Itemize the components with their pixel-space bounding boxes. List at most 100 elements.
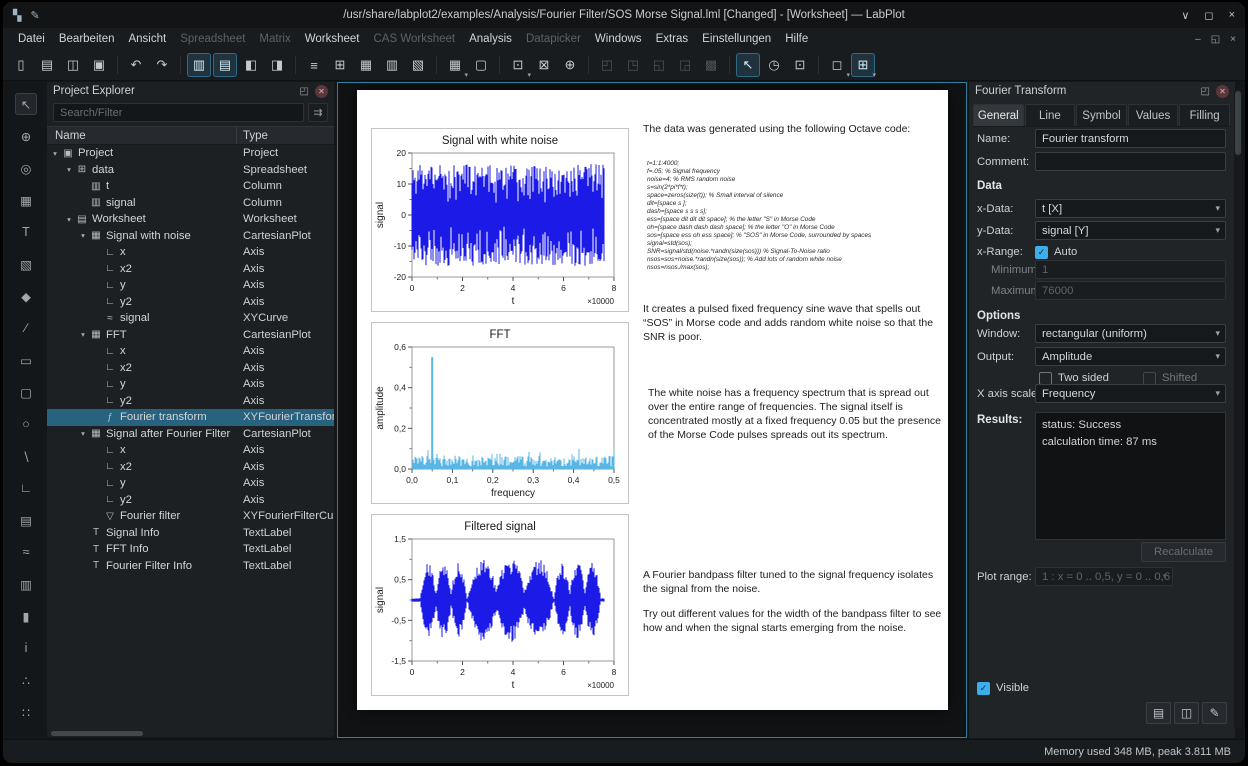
maximize-button[interactable]: ◻ (1204, 9, 1213, 22)
tree-row-signal[interactable]: ▥signalColumn (47, 195, 334, 212)
float-panel-icon[interactable]: ◰ (300, 86, 309, 97)
save-config-button[interactable]: ◫ (1174, 702, 1199, 724)
new-plot-button[interactable]: ▦▾ (443, 53, 467, 77)
menu-bearbeiten[interactable]: Bearbeiten (52, 31, 122, 47)
xdata-select[interactable]: t [X]▾ (1035, 199, 1226, 218)
pan-tool-icon[interactable]: ⊕ (15, 125, 37, 147)
text-label-icon[interactable]: T (15, 221, 37, 243)
output-select[interactable]: Amplitude▾ (1035, 347, 1226, 366)
zoom-preset-button[interactable]: ⊞▾ (851, 53, 875, 77)
print-button[interactable]: ▣ (87, 53, 111, 77)
tree-row-y2[interactable]: ∟y2Axis (47, 492, 334, 509)
menu-datei[interactable]: Datei (11, 31, 52, 47)
manage-config-button[interactable]: ✎ (1202, 702, 1227, 724)
curve-tool-icon[interactable]: ≈ (15, 541, 37, 563)
plot-signal-with-noise[interactable]: Signal with white noise02468t×10000-20-1… (371, 128, 629, 312)
expander-icon[interactable]: ▾ (63, 215, 75, 224)
dock-scrollbar[interactable] (1234, 89, 1242, 729)
split-left-button[interactable]: ◧ (239, 53, 263, 77)
visible-checkbox[interactable]: ✓ (977, 682, 990, 695)
magnification-button[interactable]: ◻▾ (825, 53, 849, 77)
align-horizontal-icon[interactable]: ∴ (15, 669, 37, 691)
select-mode-button[interactable]: ↖ (736, 53, 760, 77)
tab-values[interactable]: Values (1128, 104, 1179, 126)
mdi-restore-icon[interactable]: ◱ (1211, 34, 1220, 45)
toggle-datapicker-button[interactable]: ▧ (406, 53, 430, 77)
tree-row-y[interactable]: ∟yAxis (47, 376, 334, 393)
load-config-button[interactable]: ▤ (1146, 702, 1171, 724)
save-file-button[interactable]: ◫ (61, 53, 85, 77)
tree-row-worksheet[interactable]: ▾▤WorksheetWorksheet (47, 211, 334, 228)
new-file-button[interactable]: ▯ (9, 53, 33, 77)
tree-row-x[interactable]: ∟xAxis (47, 343, 334, 360)
split-top-button[interactable]: ◨ (265, 53, 289, 77)
tree-row-y[interactable]: ∟yAxis (47, 475, 334, 492)
zoom-mode-button[interactable]: ⊡▾ (506, 53, 530, 77)
expander-icon[interactable]: ▾ (63, 165, 75, 174)
zoom-tool-icon[interactable]: ◎ (15, 157, 37, 179)
text-intro[interactable]: The data was generated using the followi… (643, 122, 943, 136)
tab-symbol[interactable]: Symbol (1076, 104, 1127, 126)
bar-tool-icon[interactable]: ▮ (15, 605, 37, 627)
undo-button[interactable]: ↶ (124, 53, 148, 77)
axis-tool-icon[interactable]: ∟ (15, 477, 37, 499)
tree-row-fourier-filter[interactable]: ▽Fourier filterXYFourierFilterCurve (47, 508, 334, 525)
tree-row-x2[interactable]: ∟x2Axis (47, 360, 334, 377)
ellipse-icon[interactable]: ○ (15, 413, 37, 435)
column-header-name[interactable]: Name (47, 127, 237, 144)
new-text-button[interactable]: ▢ (469, 53, 493, 77)
toggle-list-button[interactable]: ≡ (302, 53, 326, 77)
info-element-icon[interactable]: i (15, 637, 37, 659)
align-vertical-icon[interactable]: ∷ (15, 701, 37, 723)
tree-row-x2[interactable]: ∟x2Axis (47, 459, 334, 476)
legend-tool-icon[interactable]: ▤ (15, 509, 37, 531)
text-noise-description[interactable]: The white noise has a frequency spectrum… (648, 386, 941, 442)
window-select[interactable]: rectangular (uniform)▾ (1035, 324, 1226, 343)
close-dock-icon[interactable]: ✕ (1216, 85, 1229, 98)
xscale-select[interactable]: Frequency▾ (1035, 384, 1226, 403)
cascade-view-button[interactable]: ▥ (187, 53, 211, 77)
close-panel-icon[interactable]: ✕ (315, 85, 328, 98)
expander-icon[interactable]: ▾ (77, 429, 89, 438)
close-button[interactable]: × (1229, 9, 1235, 22)
tree-row-signal-info[interactable]: TSignal InfoTextLabel (47, 525, 334, 542)
image-icon[interactable]: ▧ (15, 253, 37, 275)
tree-row-project[interactable]: ▾▣ProjectProject (47, 145, 334, 162)
hscrollbar-thumb[interactable] (51, 731, 143, 736)
name-input[interactable]: Fourier transform (1035, 129, 1226, 148)
menu-worksheet[interactable]: Worksheet (298, 31, 367, 47)
menu-hilfe[interactable]: Hilfe (778, 31, 815, 47)
expander-icon[interactable]: ▾ (77, 330, 89, 339)
tree-column-header[interactable]: Name Type (47, 126, 334, 145)
auto-checkbox[interactable]: ✓ (1035, 246, 1048, 259)
tab-filling[interactable]: Filling (1179, 104, 1230, 126)
tile-view-button[interactable]: ▤ (213, 53, 237, 77)
tree-row-x[interactable]: ∟xAxis (47, 442, 334, 459)
search-input[interactable]: Search/Filter (53, 103, 304, 122)
ydata-select[interactable]: signal [Y]▾ (1035, 221, 1226, 240)
tab-general[interactable]: General (973, 104, 1024, 126)
toggle-notes-button[interactable]: ▥ (380, 53, 404, 77)
histogram-tool-icon[interactable]: ▥ (15, 573, 37, 595)
tree-row-y[interactable]: ∟yAxis (47, 277, 334, 294)
tree-row-x2[interactable]: ∟x2Axis (47, 261, 334, 278)
tab-line[interactable]: Line (1025, 104, 1076, 126)
comment-input[interactable] (1035, 152, 1226, 171)
mdi-close-icon[interactable]: × (1230, 34, 1236, 45)
plot-area-icon[interactable]: ▦ (15, 189, 37, 211)
vscrollbar-thumb[interactable] (1235, 91, 1241, 155)
titlebar[interactable]: ▚ ✎ /usr/share/labplot2/examples/Analysi… (3, 2, 1245, 28)
pin-icon[interactable]: ✎ (30, 9, 39, 22)
tree-row-signal-after-fourier-filter[interactable]: ▾▦Signal after Fourier FilterCartesianPl… (47, 426, 334, 443)
reference-range-icon[interactable]: ▭ (15, 349, 37, 371)
open-file-button[interactable]: ▤ (35, 53, 59, 77)
zoom-fit-button[interactable]: ⊠ (532, 53, 556, 77)
plot-filtered-signal[interactable]: Filtered signal02468t×10000-1,5-0,50,51,… (371, 514, 629, 696)
tree-row-signal-with-noise[interactable]: ▾▦Signal with noiseCartesianPlot (47, 228, 334, 245)
menu-ansicht[interactable]: Ansicht (121, 31, 173, 47)
menu-analysis[interactable]: Analysis (462, 31, 519, 47)
tree-row-fft-info[interactable]: TFFT InfoTextLabel (47, 541, 334, 558)
menu-extras[interactable]: Extras (649, 31, 696, 47)
reference-line-icon[interactable]: ∕ (15, 317, 37, 339)
tree-row-y2[interactable]: ∟y2Axis (47, 393, 334, 410)
